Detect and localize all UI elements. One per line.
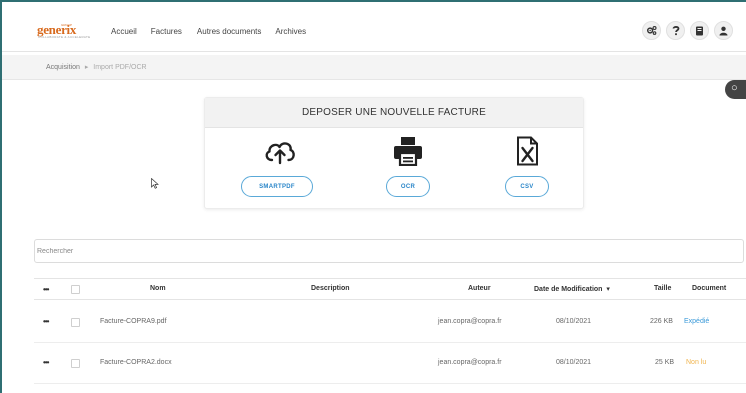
smartpdf-button[interactable]: SMARTPDF (241, 176, 313, 197)
mouse-cursor-icon (151, 178, 159, 189)
floating-action-button[interactable]: ○ (725, 80, 746, 99)
cloud-upload-icon (265, 142, 295, 165)
row-file-name[interactable]: Facture-COPRA9.pdf (100, 318, 167, 325)
row-checkbox[interactable] (71, 318, 80, 327)
table-row[interactable]: ••• Facture-COPRA9.pdf jean.copra@copra.… (34, 301, 746, 343)
sort-desc-icon: ▾ (606, 286, 610, 293)
main-nav: Accueil Factures Autres documents Archiv… (111, 27, 322, 36)
excel-file-icon (517, 136, 538, 166)
table-header: ••• Nom Description Auteur Date de Modif… (34, 278, 746, 300)
book-icon (696, 26, 703, 35)
logo-tag: GROUP (61, 23, 73, 27)
help-button[interactable] (666, 21, 685, 40)
user-button[interactable] (714, 21, 733, 40)
settings-button[interactable] (642, 21, 661, 40)
nav-item-archives[interactable]: Archives (275, 27, 306, 36)
column-header-size[interactable]: Taille (654, 285, 671, 292)
breadcrumb-parent[interactable]: Acquisition (46, 64, 80, 71)
column-header-modified-label: Date de Modification (534, 286, 603, 293)
row-modified-date: 08/10/2021 (556, 318, 592, 325)
row-file-name[interactable]: Facture-COPRA2.docx (100, 359, 172, 366)
row-status-badge: Expédié (684, 318, 710, 325)
column-header-document[interactable]: Document (692, 285, 726, 292)
search-input[interactable] (35, 240, 743, 262)
ocr-button[interactable]: OCR (386, 176, 430, 197)
logo-subtitle: COLLABORATE & ACCELERATE (38, 35, 91, 39)
upload-card-title: DEPOSER UNE NOUVELLE FACTURE (205, 98, 583, 128)
column-header-author[interactable]: Auteur (468, 285, 491, 292)
header-actions-menu[interactable]: ••• (43, 285, 49, 294)
generix-logo[interactable]: generix GROUP COLLABORATE & ACCELERATE (37, 22, 93, 44)
column-header-modified[interactable]: Date de Modification ▾ (534, 285, 610, 293)
top-bar: generix GROUP COLLABORATE & ACCELERATE A… (2, 2, 746, 52)
row-status-badge: Non lu (686, 359, 707, 366)
csv-button[interactable]: CSV (505, 176, 549, 197)
breadcrumb: Acquisition ▸ Import PDF/OCR (46, 63, 147, 71)
column-header-description[interactable]: Description (311, 285, 350, 292)
breadcrumb-separator: ▸ (84, 64, 89, 71)
table-row[interactable]: ••• Facture-COPRA2.docx jean.copra@copra… (34, 342, 746, 384)
row-author: jean.copra@copra.fr (438, 359, 502, 366)
nav-item-accueil[interactable]: Accueil (111, 27, 137, 36)
row-author: jean.copra@copra.fr (438, 318, 502, 325)
user-icon (719, 26, 728, 35)
row-size: 25 KB (655, 359, 675, 366)
search-circle-icon: ○ (731, 82, 738, 94)
nav-item-factures[interactable]: Factures (151, 27, 182, 36)
row-actions-menu[interactable]: ••• (43, 358, 49, 367)
breadcrumb-bar: Acquisition ▸ Import PDF/OCR (2, 55, 746, 80)
search-box (34, 239, 744, 263)
column-header-name[interactable]: Nom (150, 285, 166, 292)
nav-item-autres-documents[interactable]: Autres documents (197, 27, 261, 36)
row-modified-date: 08/10/2021 (556, 359, 592, 366)
upload-card: DEPOSER UNE NOUVELLE FACTURE SMARTPDF OC… (204, 97, 584, 209)
select-all-checkbox[interactable] (71, 285, 80, 294)
row-size: 226 KB (650, 318, 673, 325)
printer-icon (394, 137, 422, 166)
row-checkbox[interactable] (71, 359, 80, 368)
row-actions-menu[interactable]: ••• (43, 317, 49, 326)
breadcrumb-current: Import PDF/OCR (93, 64, 147, 71)
help-icon (672, 26, 679, 36)
settings-cogs-icon (647, 26, 657, 35)
documentation-button[interactable] (690, 21, 709, 40)
